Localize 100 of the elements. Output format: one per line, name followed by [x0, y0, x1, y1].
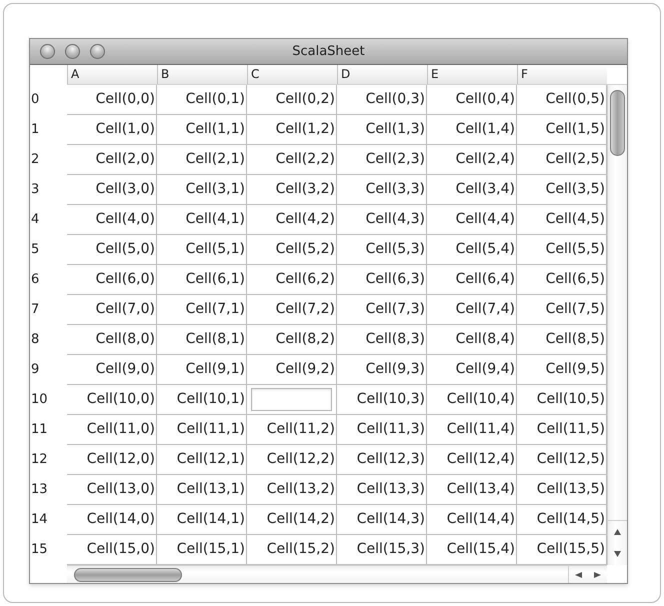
column-header: D [337, 65, 427, 85]
table-cell: Cell(2,4) [427, 145, 517, 175]
table-cell: Cell(13,1) [157, 475, 247, 505]
row-header: 2 [30, 151, 40, 169]
row-header: 15 [30, 541, 49, 559]
table-cell: Cell(2,2) [247, 145, 337, 175]
row-header: 12 [30, 451, 49, 469]
table-cell: Cell(10,0) [67, 385, 157, 415]
table-cell: Cell(13,4) [427, 475, 517, 505]
table-cell: Cell(8,2) [247, 325, 337, 355]
table-cell: Cell(4,0) [67, 205, 157, 235]
table-cell: Cell(12,1) [157, 445, 247, 475]
table-cell: Cell(2,0) [67, 145, 157, 175]
horizontal-scrollbar[interactable] [67, 565, 607, 583]
table-cell: Cell(3,0) [67, 175, 157, 205]
table-cell: Cell(1,4) [427, 115, 517, 145]
table-cell: Cell(12,2) [247, 445, 337, 475]
table-cell: Cell(5,3) [337, 235, 427, 265]
table-cell: Cell(5,2) [247, 235, 337, 265]
table-cell: Cell(5,0) [67, 235, 157, 265]
scroll-thumb[interactable] [74, 568, 182, 582]
column-header: E [427, 65, 517, 85]
row-header: 8 [30, 331, 40, 349]
table-cell: Cell(2,1) [157, 145, 247, 175]
table-cell: Cell(7,0) [67, 295, 157, 325]
table-cell: Cell(12,3) [337, 445, 427, 475]
table-cell: Cell(1,3) [337, 115, 427, 145]
table-cell: Cell(9,4) [427, 355, 517, 385]
table-cell: Cell(6,2) [247, 265, 337, 295]
cell-input-field[interactable] [251, 388, 332, 411]
table-cell: Cell(14,4) [427, 505, 517, 535]
column-header: B [157, 65, 247, 85]
scroll-thumb[interactable] [610, 90, 625, 156]
row-header: 7 [30, 301, 40, 319]
down-arrow-icon[interactable] [614, 551, 621, 557]
row-header: 4 [30, 211, 40, 229]
window-control-button[interactable] [65, 44, 80, 59]
table-cell: Cell(0,2) [247, 85, 337, 115]
table-cell: Cell(4,3) [337, 205, 427, 235]
table-cell: Cell(4,1) [157, 205, 247, 235]
row-header: 6 [30, 271, 40, 289]
table-cell: Cell(9,2) [247, 355, 337, 385]
table-cell: Cell(6,0) [67, 265, 157, 295]
table-cell: Cell(9,0) [67, 355, 157, 385]
table-cell: Cell(2,3) [337, 145, 427, 175]
table-cell: Cell(3,1) [157, 175, 247, 205]
table-cell: Cell(5,1) [157, 235, 247, 265]
table-cell: Cell(1,1) [157, 115, 247, 145]
table-cell: Cell(10,3) [337, 385, 427, 415]
row-header: 13 [30, 481, 49, 499]
table-cell: Cell(8,0) [67, 325, 157, 355]
table-cell: Cell(8,4) [427, 325, 517, 355]
table-cell: Cell(6,4) [427, 265, 517, 295]
column-header: F [517, 65, 607, 85]
up-arrow-icon[interactable] [614, 529, 621, 535]
row-header: 9 [30, 361, 40, 379]
table-cell: Cell(7,2) [247, 295, 337, 325]
column-header: A [67, 65, 157, 85]
right-arrow-icon[interactable] [594, 572, 601, 578]
table-cell: Cell(4,4) [427, 205, 517, 235]
table-cell: Cell(11,3) [337, 415, 427, 445]
row-header: 5 [30, 241, 40, 259]
table-cell: Cell(7,4) [427, 295, 517, 325]
table-cell: Cell(11,2) [247, 415, 337, 445]
table-cell: Cell(11,0) [67, 415, 157, 445]
table-cell: Cell(0,4) [427, 85, 517, 115]
table-cell: Cell(3,4) [427, 175, 517, 205]
window-title: ScalaSheet [292, 44, 365, 59]
window-control-button[interactable] [40, 44, 55, 59]
table-cell: Cell(13,2) [247, 475, 337, 505]
table-cell: Cell(9,1) [157, 355, 247, 385]
table-cell: Cell(10,4) [427, 385, 517, 415]
table-cell: Cell(6,3) [337, 265, 427, 295]
row-header: 1 [30, 121, 40, 139]
column-header: C [247, 65, 337, 85]
table-cell: Cell(14,3) [337, 505, 427, 535]
table-cell: Cell(11,4) [427, 415, 517, 445]
table-cell: Cell(9,3) [337, 355, 427, 385]
table-cell: Cell(4,2) [247, 205, 337, 235]
table-cell: Cell(8,3) [337, 325, 427, 355]
table-cell: Cell(5,4) [427, 235, 517, 265]
table-cell: Cell(12,0) [67, 445, 157, 475]
table-cell: Cell(6,1) [157, 265, 247, 295]
row-header: 10 [30, 391, 49, 409]
table-cell: Cell(1,0) [67, 115, 157, 145]
row-header: 14 [30, 511, 49, 529]
table-cell: Cell(11,1) [157, 415, 247, 445]
table-cell: Cell(13,3) [337, 475, 427, 505]
table-cell: Cell(12,4) [427, 445, 517, 475]
left-arrow-icon[interactable] [575, 572, 582, 578]
table-cell: Cell(14,2) [247, 505, 337, 535]
vertical-scrollbar[interactable] [607, 85, 627, 565]
table-cell: Cell(14,1) [157, 505, 247, 535]
table-cell: Cell(0,3) [337, 85, 427, 115]
table-cell: Cell(8,1) [157, 325, 247, 355]
window-control-button[interactable] [90, 44, 105, 59]
row-header: 11 [30, 421, 49, 439]
table-cell: Cell(0,0) [67, 85, 157, 115]
table-cell: Cell(7,1) [157, 295, 247, 325]
row-header: 3 [30, 181, 40, 199]
